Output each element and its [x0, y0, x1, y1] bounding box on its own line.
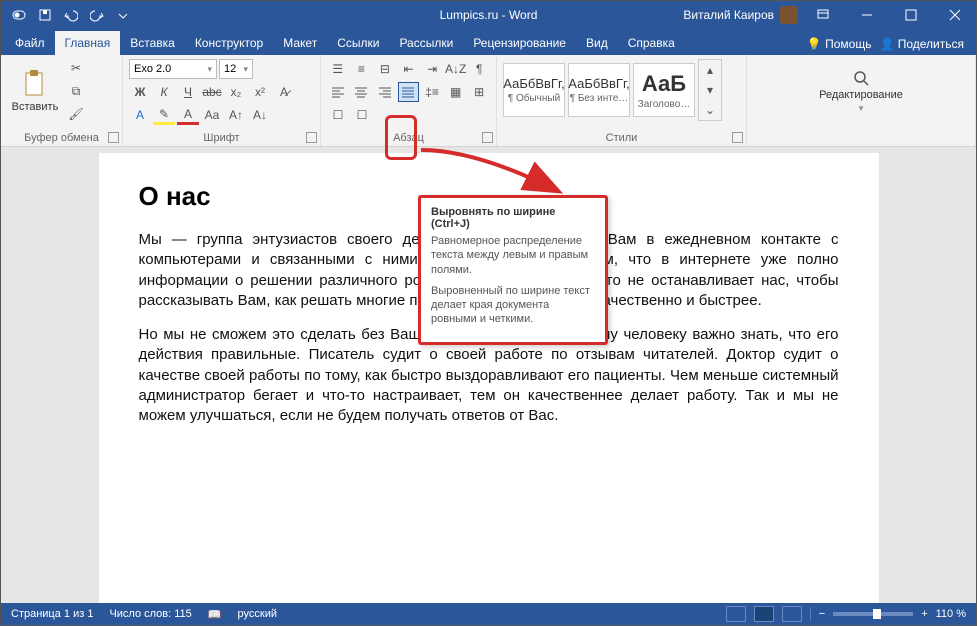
- user-account[interactable]: Виталий Каиров: [683, 6, 798, 24]
- save-icon[interactable]: [33, 3, 57, 27]
- tab-file[interactable]: Файл: [5, 31, 55, 55]
- italic-button[interactable]: К: [153, 82, 175, 102]
- align-left-button[interactable]: [327, 82, 349, 102]
- view-read-button[interactable]: [726, 606, 746, 622]
- paste-button[interactable]: Вставить: [7, 59, 63, 123]
- styles-expand[interactable]: ⌄: [699, 100, 721, 120]
- group-font-label: Шрифт: [129, 130, 314, 144]
- tab-home[interactable]: Главная: [55, 31, 121, 55]
- minimize-button[interactable]: [848, 1, 886, 29]
- tab-design[interactable]: Конструктор: [185, 31, 273, 55]
- window-title: Lumpics.ru - Word: [440, 8, 538, 22]
- para-extra-2[interactable]: ☐: [351, 105, 373, 125]
- view-print-button[interactable]: [754, 606, 774, 622]
- tooltip-p2: Выровненный по ширине текст делает края …: [431, 284, 595, 327]
- zoom-out-button[interactable]: −: [819, 608, 825, 620]
- tooltip-p1: Равномерное распределение текста между л…: [431, 234, 595, 277]
- bullets-button[interactable]: ☰: [327, 59, 349, 79]
- close-button[interactable]: [936, 1, 974, 29]
- show-marks-button[interactable]: ¶: [468, 59, 490, 79]
- zoom-slider[interactable]: [833, 612, 913, 616]
- copy-icon[interactable]: ⧉: [65, 81, 87, 101]
- align-right-button[interactable]: [374, 82, 396, 102]
- highlight-button[interactable]: ✎: [153, 105, 175, 125]
- underline-button[interactable]: Ч: [177, 82, 199, 102]
- editing-menu[interactable]: Редактирование ▾: [753, 59, 969, 123]
- increase-indent-button[interactable]: ⇥: [421, 59, 443, 79]
- group-clipboard-label: Буфер обмена: [7, 130, 116, 144]
- style-heading[interactable]: АаБ Заголово…: [633, 63, 695, 117]
- share-button[interactable]: 👤 Поделиться: [879, 37, 964, 51]
- ribbon-tabs: Файл Главная Вставка Конструктор Макет С…: [1, 29, 976, 55]
- tellme[interactable]: 💡 Помощь: [807, 37, 872, 51]
- format-painter-icon[interactable]: 🖌: [65, 104, 87, 124]
- decrease-indent-button[interactable]: ⇤: [398, 59, 420, 79]
- group-styles-label: Стили: [503, 130, 740, 144]
- align-center-button[interactable]: [351, 82, 373, 102]
- undo-icon[interactable]: [59, 3, 83, 27]
- tab-view[interactable]: Вид: [576, 31, 618, 55]
- ribbon-options-icon[interactable]: [804, 1, 842, 29]
- group-paragraph-label: Абзац: [327, 130, 490, 144]
- font-name-combo[interactable]: Exo 2.0▾: [129, 59, 217, 79]
- tooltip-title: Выровнять по ширине (Ctrl+J): [431, 206, 595, 230]
- styles-launcher[interactable]: [732, 132, 743, 143]
- clear-format-button[interactable]: A̷: [273, 82, 295, 102]
- tab-review[interactable]: Рецензирование: [463, 31, 576, 55]
- redo-icon[interactable]: [85, 3, 109, 27]
- ribbon: Вставить ✂ ⧉ 🖌 Буфер обмена Exo 2.0▾ 12▾…: [1, 55, 976, 147]
- grow-font-button[interactable]: A↑: [225, 105, 247, 125]
- qat-menu[interactable]: [111, 3, 135, 27]
- status-bar: Страница 1 из 1 Число слов: 115 📖 русски…: [1, 603, 976, 625]
- tab-help[interactable]: Справка: [618, 31, 685, 55]
- avatar: [780, 6, 798, 24]
- paragraph-launcher[interactable]: [482, 132, 493, 143]
- maximize-button[interactable]: [892, 1, 930, 29]
- para-extra-1[interactable]: ☐: [327, 105, 349, 125]
- zoom-level[interactable]: 110 %: [936, 608, 966, 620]
- tab-references[interactable]: Ссылки: [327, 31, 389, 55]
- user-name: Виталий Каиров: [683, 8, 774, 22]
- style-normal[interactable]: АаБбВвГг, ¶ Обычный: [503, 63, 565, 117]
- shrink-font-button[interactable]: A↓: [249, 105, 271, 125]
- change-case-button[interactable]: Aa: [201, 105, 223, 125]
- status-page[interactable]: Страница 1 из 1: [11, 608, 93, 620]
- bold-button[interactable]: Ж: [129, 82, 151, 102]
- superscript-button[interactable]: x²: [249, 82, 271, 102]
- style-nospace[interactable]: АаБбВвГг, ¶ Без инте…: [568, 63, 630, 117]
- autosave-toggle[interactable]: [7, 3, 31, 27]
- borders-button[interactable]: ⊞: [468, 82, 490, 102]
- subscript-button[interactable]: x₂: [225, 82, 247, 102]
- line-spacing-button[interactable]: ‡≡: [421, 82, 443, 102]
- styles-scroll-down[interactable]: ▾: [699, 80, 721, 100]
- zoom-in-button[interactable]: +: [921, 608, 927, 620]
- numbering-button[interactable]: ≡: [351, 59, 373, 79]
- justify-button[interactable]: [398, 82, 420, 102]
- status-proof-icon[interactable]: 📖: [208, 608, 222, 621]
- font-size-combo[interactable]: 12▾: [219, 59, 253, 79]
- font-launcher[interactable]: [306, 132, 317, 143]
- tab-layout[interactable]: Макет: [273, 31, 327, 55]
- view-web-button[interactable]: [782, 606, 802, 622]
- styles-scroll-up[interactable]: ▴: [699, 60, 721, 80]
- font-color-button[interactable]: A: [177, 105, 199, 125]
- status-language[interactable]: русский: [238, 608, 277, 620]
- justify-tooltip: Выровнять по ширине (Ctrl+J) Равномерное…: [418, 195, 608, 345]
- sort-button[interactable]: A↓Z: [445, 59, 467, 79]
- status-words[interactable]: Число слов: 115: [109, 608, 191, 620]
- title-bar: Lumpics.ru - Word Виталий Каиров: [1, 1, 976, 29]
- multilevel-button[interactable]: ⊟: [374, 59, 396, 79]
- strike-button[interactable]: abc: [201, 82, 223, 102]
- clipboard-launcher[interactable]: [108, 132, 119, 143]
- tab-mailings[interactable]: Рассылки: [389, 31, 463, 55]
- shading-button[interactable]: ▦: [445, 82, 467, 102]
- tab-insert[interactable]: Вставка: [120, 31, 185, 55]
- cut-icon[interactable]: ✂: [65, 58, 87, 78]
- text-effects-button[interactable]: A: [129, 105, 151, 125]
